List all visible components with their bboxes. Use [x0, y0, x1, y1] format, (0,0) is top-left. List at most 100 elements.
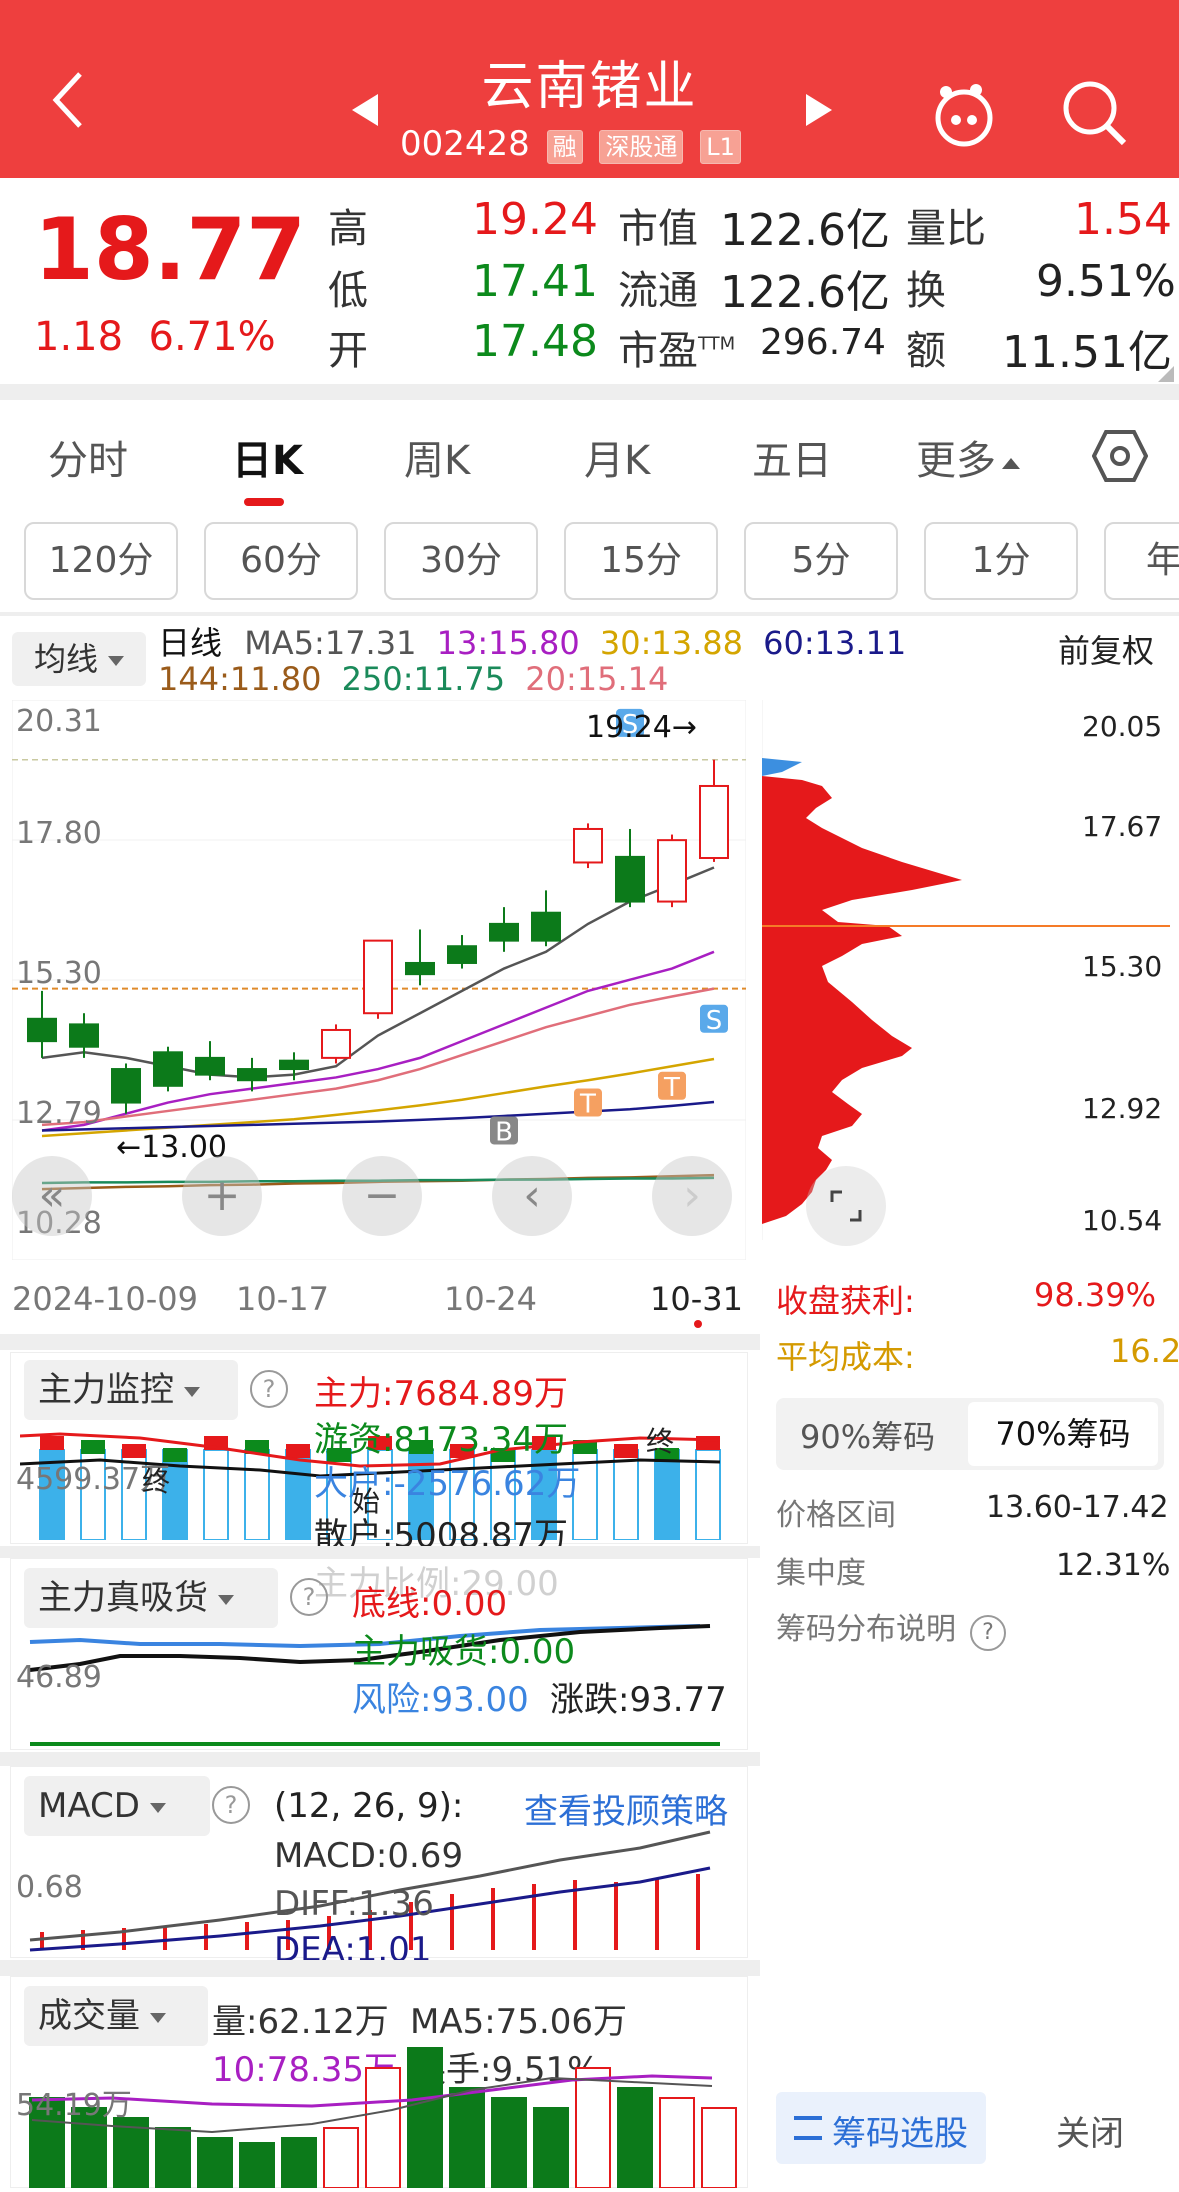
candle-body	[489, 922, 519, 942]
flow-bar	[654, 1449, 680, 1541]
divider	[0, 1334, 760, 1350]
flow-bar-top	[286, 1444, 310, 1458]
volume-bar	[659, 2097, 695, 2189]
period-1m[interactable]: 1分	[924, 522, 1078, 600]
tab-intraday[interactable]: 分时	[48, 428, 128, 486]
macd-bar	[696, 1874, 700, 1950]
candle-body	[531, 911, 561, 942]
volume-title: 成交量	[38, 1996, 140, 2036]
volume-bar	[575, 2067, 611, 2189]
macd-bar	[491, 1888, 495, 1950]
mcap-label: 市值	[618, 206, 698, 252]
next-stock-icon[interactable]	[800, 92, 836, 132]
ma-line-1: 日线 MA5:17.31 13:15.80 30:13.88 60:13.11	[158, 618, 906, 664]
turn-value: 9.51%	[1036, 256, 1176, 307]
chevron-down-icon	[184, 1386, 200, 1397]
chevron-down-icon	[150, 2012, 166, 2023]
volume-bar	[197, 2137, 233, 2189]
k-ylabel-2: 17.80	[16, 816, 102, 851]
tab-weekly[interactable]: 周K	[404, 428, 470, 486]
zoom-in-button[interactable]: +	[182, 1156, 262, 1236]
chip-explain-label: 筹码分布说明	[776, 1612, 956, 1647]
tab-five-day[interactable]: 五日	[752, 428, 832, 486]
period-year[interactable]: 年	[1104, 522, 1179, 600]
tab-daily[interactable]: 日K	[232, 428, 303, 486]
volume-bar	[701, 2107, 737, 2189]
chip-ylabel-2: 17.67	[1082, 810, 1163, 843]
main-flow-selector[interactable]: 主力监控	[24, 1360, 238, 1420]
end-mark: 终	[142, 1465, 171, 1498]
period-5m[interactable]: 5分	[744, 522, 898, 600]
period-30m[interactable]: 30分	[384, 522, 538, 600]
tab-chip-90[interactable]: 90%筹码	[800, 1412, 935, 1458]
volume-bar	[323, 2127, 359, 2189]
chip-expand-icon[interactable]	[806, 1166, 886, 1246]
caret-up-icon	[1002, 457, 1020, 469]
help-icon[interactable]: ?	[212, 1786, 250, 1824]
tab-chip-70[interactable]: 70%筹码	[968, 1402, 1158, 1466]
ma13-value: 13:15.80	[436, 624, 580, 662]
search-icon[interactable]	[1060, 78, 1130, 152]
volume-value: 量:62.12万	[212, 2002, 389, 2042]
close-button[interactable]: 关闭	[1056, 2106, 1124, 2155]
volume-bar	[533, 2107, 569, 2189]
help-icon[interactable]: ?	[250, 1370, 288, 1408]
volume-selector[interactable]: 成交量	[24, 1986, 208, 2046]
ma5-value: MA5:17.31	[244, 624, 417, 662]
trade-marker-label: T	[663, 1073, 680, 1103]
updown-value: 涨跌:93.77	[550, 1680, 727, 1720]
volume-bar	[365, 2067, 401, 2189]
candle-body	[615, 855, 645, 903]
volume-bar	[449, 2087, 485, 2189]
concentration-value: 12.31%	[1056, 1548, 1171, 1583]
help-icon: ?	[970, 1615, 1006, 1651]
scroll-right-button[interactable]: ›	[652, 1156, 732, 1236]
settings-icon[interactable]	[1091, 428, 1149, 488]
robot-icon[interactable]	[928, 78, 1000, 154]
k-ylabel-3: 15.30	[16, 956, 102, 991]
flow-bar	[203, 1449, 229, 1541]
flow-bar-top	[40, 1436, 64, 1450]
candle-body	[699, 784, 729, 860]
low-value: 17.41	[472, 256, 598, 307]
period-120m[interactable]: 120分	[24, 522, 178, 600]
tab-monthly[interactable]: 月K	[584, 428, 650, 486]
period-15m[interactable]: 15分	[564, 522, 718, 600]
tab-chip-70-label: 70%筹码	[995, 1415, 1131, 1453]
pe-label-text: 市盈	[618, 328, 698, 374]
ma-selector[interactable]: 均线	[12, 632, 146, 686]
candle-body	[657, 839, 687, 903]
chip-pick-button[interactable]: 筹码选股	[776, 2092, 986, 2164]
high-value: 19.24	[472, 194, 598, 245]
candle-body	[237, 1068, 267, 1082]
margin-tag: 融	[546, 130, 583, 164]
candle-body	[363, 939, 393, 1015]
tab-more[interactable]: 更多	[916, 428, 1020, 486]
rewind-button[interactable]: «	[12, 1156, 92, 1236]
range-value: 13.60-17.42	[986, 1490, 1169, 1525]
zoom-out-button[interactable]: −	[342, 1156, 422, 1236]
flow-bar-top	[81, 1440, 105, 1454]
corner-expand-icon[interactable]	[1158, 366, 1174, 382]
chip-explain[interactable]: 筹码分布说明?	[776, 1604, 1006, 1651]
open-value: 17.48	[472, 316, 598, 367]
adjust-mode[interactable]: 前复权	[1058, 626, 1154, 672]
high-label: 高	[328, 206, 368, 252]
main-flow-title: 主力监控	[38, 1370, 174, 1410]
risk-value: 风险:93.00	[352, 1680, 529, 1720]
date-label-3: 10-24	[444, 1280, 537, 1318]
float-label: 流通	[618, 268, 698, 314]
pe-ttm: TTM	[698, 333, 736, 355]
divider	[0, 612, 1179, 616]
low-label: 低	[328, 268, 368, 314]
stock-name: 云南锗业	[481, 57, 698, 117]
today-dot	[694, 1320, 702, 1328]
app-header: 云南锗业 002428 融 深股通 L1	[0, 0, 1179, 178]
tab-active-indicator	[244, 498, 284, 506]
volume-bar	[617, 2087, 653, 2189]
candle-body	[573, 827, 603, 864]
candle-body	[111, 1068, 141, 1104]
scroll-left-button[interactable]: ‹	[492, 1156, 572, 1236]
period-60m[interactable]: 60分	[204, 522, 358, 600]
absorb-value: 主力吸货:0.00	[352, 1632, 576, 1672]
